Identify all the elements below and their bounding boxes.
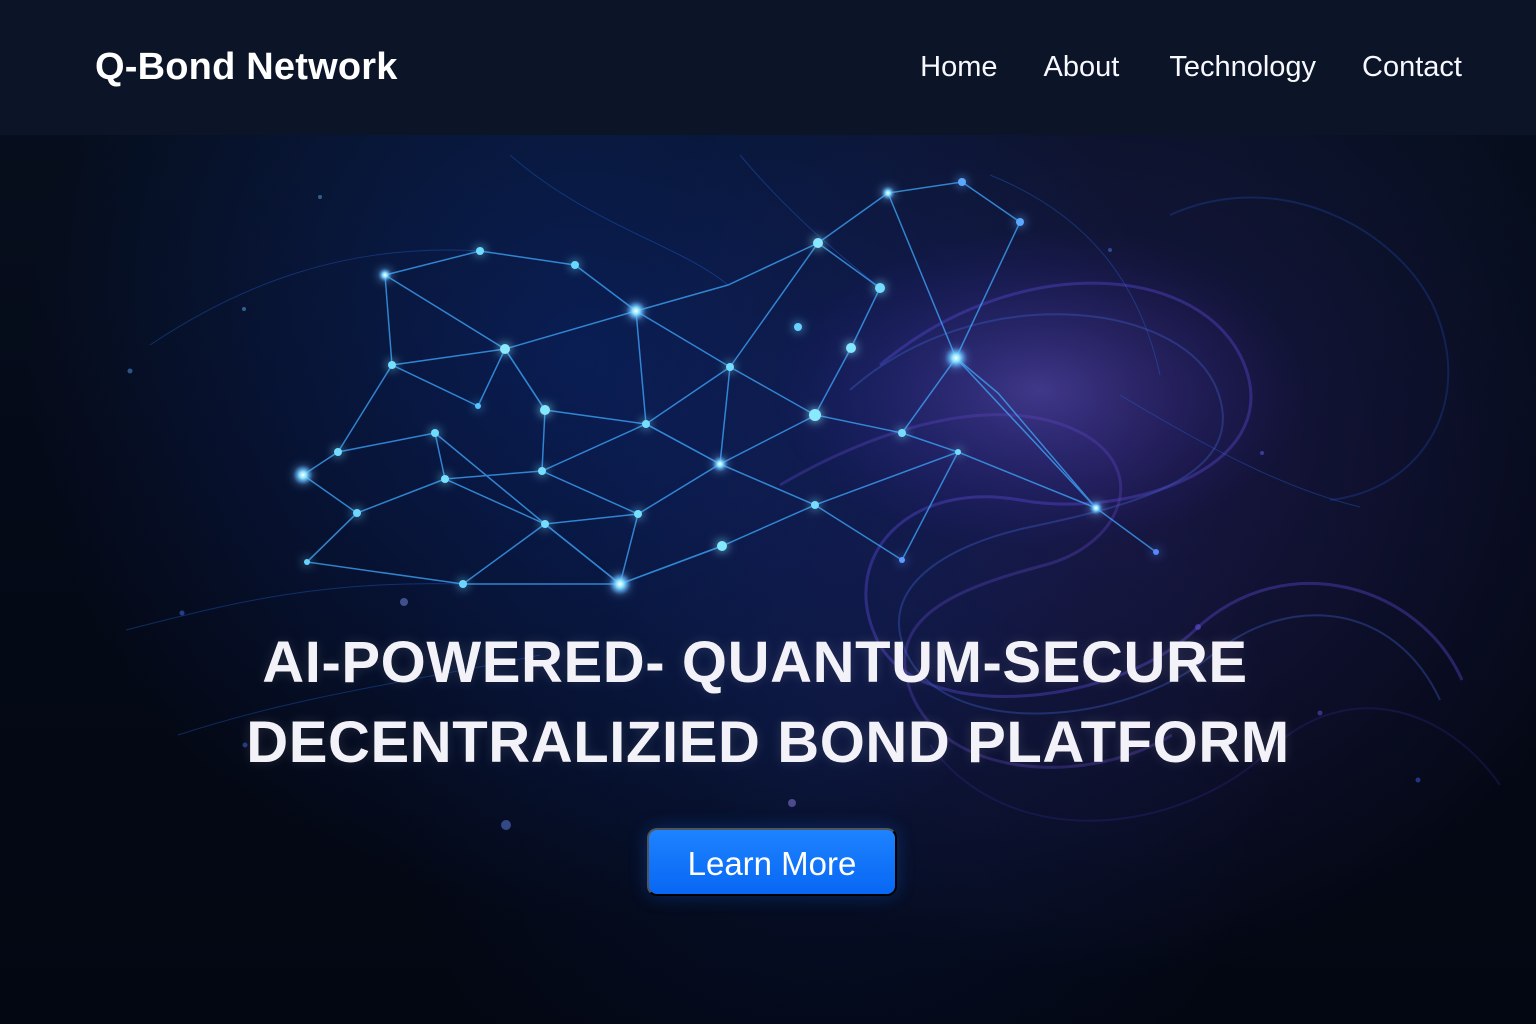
nav-contact-link[interactable]: Contact [1362,53,1462,82]
brand-logo-text[interactable]: Q-Bond Network [95,48,398,86]
nav-about-link[interactable]: About [1044,53,1120,82]
main-navigation: Home About Technology Contact [920,53,1462,82]
nav-technology-link[interactable]: Technology [1169,53,1316,82]
learn-more-button[interactable]: Learn More [647,828,897,896]
nav-home-link[interactable]: Home [920,53,997,82]
top-navigation-bar: Q-Bond Network Home About Technology Con… [0,0,1536,135]
landing-page: Q-Bond Network Home About Technology Con… [0,0,1536,1024]
